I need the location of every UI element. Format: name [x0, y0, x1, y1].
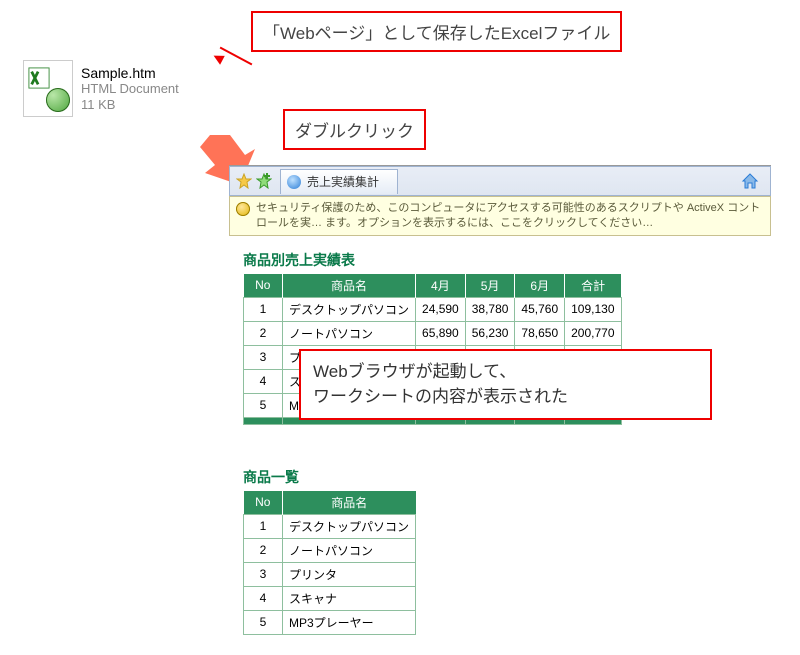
table-row: 4スキャナ [244, 586, 416, 610]
globe-icon [46, 88, 70, 112]
callout-browser-launched: Webブラウザが起動して、 ワークシートの内容が表示された [299, 349, 712, 420]
col-jun: 6月 [515, 274, 565, 298]
file-type: HTML Document [81, 81, 179, 97]
col-total: 合計 [565, 274, 621, 298]
callout-text: 「Webページ」として保存したExcelファイル [263, 24, 610, 43]
col-apr: 4月 [416, 274, 466, 298]
file-meta: Sample.htm HTML Document 11 KB [81, 65, 179, 112]
file-item[interactable]: Sample.htm HTML Document 11 KB [23, 60, 223, 117]
browser-tab-bar: 売上実績集計 [229, 166, 771, 196]
table1-title: 商品別売上実績表 [243, 250, 761, 270]
col-may: 5月 [465, 274, 515, 298]
col-name: 商品名 [283, 491, 416, 515]
table-row: 1デスクトップパソコン24,59038,78045,760109,130 [244, 297, 622, 321]
table-row: 1デスクトップパソコン [244, 514, 416, 538]
callout-double-click: ダブルクリック [283, 109, 426, 150]
file-name: Sample.htm [81, 65, 179, 81]
table-row: 2ノートパソコン65,89056,23078,650200,770 [244, 321, 622, 345]
callout-line1: Webブラウザが起動して、 [313, 359, 698, 385]
table-row: 3プリンタ [244, 562, 416, 586]
shield-icon [236, 202, 250, 216]
file-size: 11 KB [81, 97, 179, 113]
page-content: 商品別売上実績表 No 商品名 4月 5月 6月 合計 1デスクトップパソコン2… [229, 236, 771, 655]
col-no: No [244, 274, 283, 298]
tab-title: 売上実績集計 [307, 173, 379, 190]
table2-title: 商品一覧 [243, 467, 761, 487]
callout-text: ダブルクリック [295, 122, 414, 141]
ie-icon [287, 175, 301, 189]
table-header-row: No 商品名 4月 5月 6月 合計 [244, 274, 622, 298]
add-favorites-icon[interactable] [256, 173, 272, 189]
home-button[interactable] [740, 171, 760, 191]
favorites-star-icon[interactable] [236, 173, 252, 189]
infobar-text: セキュリティ保護のため、このコンピュータにアクセスする可能性のあるスクリプトや … [256, 201, 764, 231]
col-name: 商品名 [283, 274, 416, 298]
browser-window: 売上実績集計 セキュリティ保護のため、このコンピュータにアクセスする可能性のある… [229, 165, 771, 655]
callout-line2: ワークシートの内容が表示された [313, 384, 698, 410]
table-row: 5MP3プレーヤー [244, 610, 416, 634]
security-info-bar[interactable]: セキュリティ保護のため、このコンピュータにアクセスする可能性のあるスクリプトや … [229, 196, 771, 236]
callout-saved-as-webpage: 「Webページ」として保存したExcelファイル [251, 11, 622, 52]
html-file-icon [23, 60, 73, 117]
excel-sheet-icon [28, 67, 50, 89]
table-row: 2ノートパソコン [244, 538, 416, 562]
browser-tab[interactable]: 売上実績集計 [280, 169, 398, 194]
col-no: No [244, 491, 283, 515]
product-list-table: No 商品名 1デスクトップパソコン 2ノートパソコン 3プリンタ 4スキャナ … [243, 491, 416, 635]
table-header-row: No 商品名 [244, 491, 416, 515]
